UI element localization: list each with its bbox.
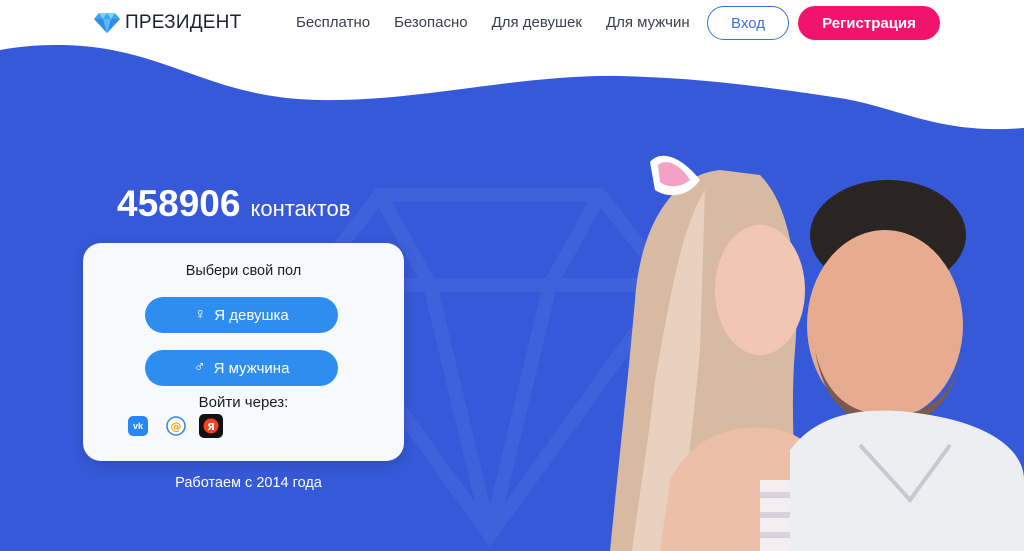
svg-text:@: @: [171, 420, 182, 433]
male-icon: ♂: [193, 359, 206, 376]
couple-photo: [610, 155, 1024, 551]
nav-for-women[interactable]: Для девушек: [492, 14, 582, 31]
contacts-counter: 458906 контактов: [117, 183, 350, 225]
female-label: Я девушка: [214, 306, 289, 324]
login-button[interactable]: Вход: [707, 6, 789, 40]
vk-icon[interactable]: vk: [128, 416, 148, 436]
mail-ru-icon[interactable]: @: [166, 416, 186, 436]
female-button[interactable]: ♀ Я девушка: [145, 297, 338, 333]
nav-safe[interactable]: Безопасно: [394, 14, 468, 31]
gender-card: Выбери свой пол ♀ Я девушка ♂ Я мужчина …: [83, 243, 404, 461]
yandex-icon[interactable]: Я: [199, 414, 223, 438]
register-button[interactable]: Регистрация: [798, 6, 940, 40]
nav-free[interactable]: Бесплатно: [296, 14, 370, 31]
logo[interactable]: ПРЕЗИДЕНТ: [93, 12, 241, 34]
main-nav: Бесплатно Безопасно Для девушек Для мужч…: [296, 14, 714, 31]
male-label: Я мужчина: [213, 359, 290, 377]
header: ПРЕЗИДЕНТ Бесплатно Безопасно Для девуше…: [0, 0, 1024, 48]
since-text: Работаем с 2014 года: [175, 475, 322, 491]
nav-for-men[interactable]: Для мужчин: [606, 14, 690, 31]
card-title: Выбери свой пол: [185, 263, 302, 279]
login-via-label: Войти через:: [198, 394, 289, 411]
diamond-icon: [94, 13, 120, 33]
logo-text: ПРЕЗИДЕНТ: [125, 12, 242, 33]
contacts-label: контактов: [250, 196, 351, 221]
male-button[interactable]: ♂ Я мужчина: [145, 350, 338, 386]
contacts-count: 458906: [117, 183, 241, 224]
female-icon: ♀: [194, 306, 207, 323]
svg-text:Я: Я: [207, 422, 215, 433]
